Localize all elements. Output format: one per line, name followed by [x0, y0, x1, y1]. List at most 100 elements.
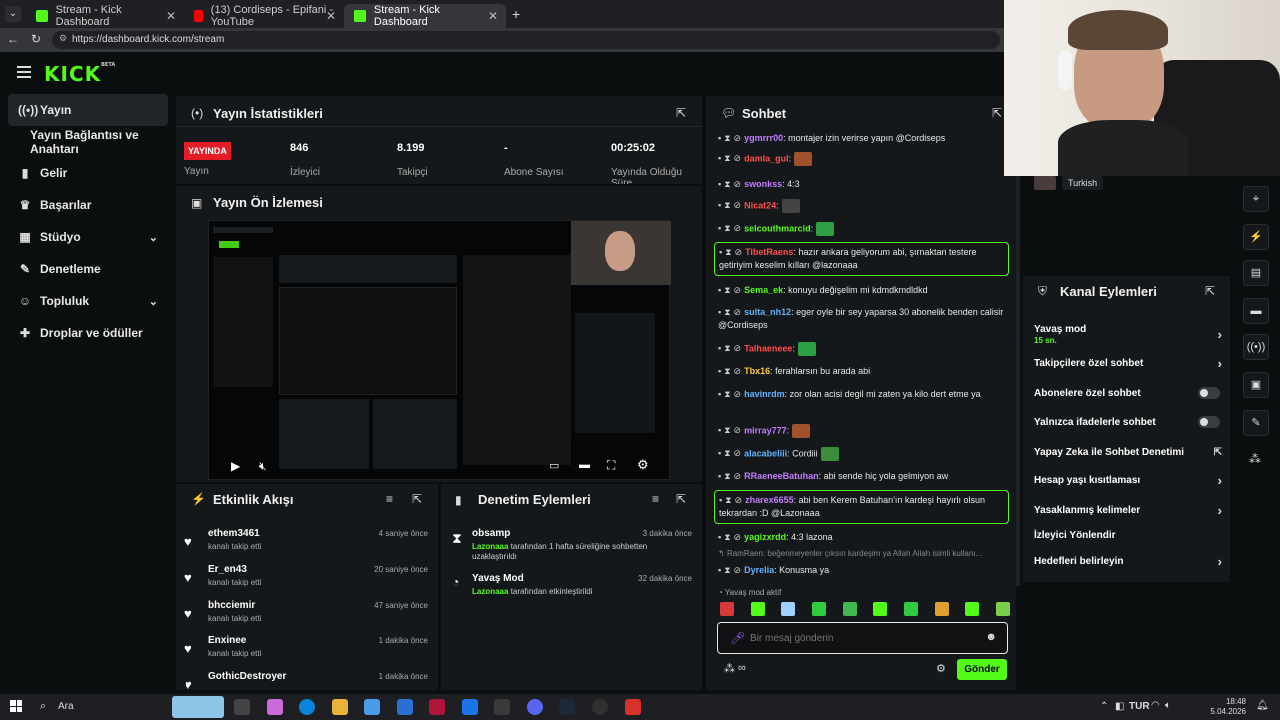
sidebar-item-basarilar[interactable]: ♛ Başarılar — [8, 189, 168, 221]
popout-icon[interactable]: ⇱ — [676, 106, 686, 120]
capture-icon[interactable] — [494, 699, 510, 715]
ban-icon[interactable]: ⊘ — [734, 223, 742, 233]
emote-button[interactable] — [720, 602, 734, 616]
send-button[interactable]: Gönder — [957, 659, 1007, 680]
chat-username[interactable]: ygmrrr00 — [744, 133, 783, 143]
ban-icon[interactable]: ⊘ — [734, 285, 742, 295]
chevron-down-icon[interactable]: ⌄ — [149, 295, 158, 308]
action-emote-only[interactable]: Yalnızca ifadelerle sohbet — [1034, 416, 1224, 428]
chat-username[interactable]: swonkss — [744, 179, 782, 189]
emote-only-toggle[interactable] — [1198, 416, 1220, 428]
chat-username[interactable]: havinrdm — [744, 389, 785, 399]
rail-layout-icon[interactable]: ▣ — [1243, 372, 1269, 398]
pin-icon[interactable]: ▪ — [718, 425, 721, 435]
chat-input-box[interactable]: 🎤︎ ☻ — [717, 622, 1008, 654]
chat-username[interactable]: zharex6655 — [745, 495, 794, 505]
action-host[interactable]: İzleyici Yönlendir — [1034, 530, 1224, 541]
edge-icon[interactable] — [299, 699, 315, 715]
pin-icon[interactable]: ▪ — [718, 133, 721, 143]
meta-icon[interactable] — [462, 699, 478, 715]
sidebar-item-gelir[interactable]: ▮ Gelir — [8, 157, 168, 189]
new-tab-button[interactable]: + — [512, 6, 520, 22]
action-followers-only[interactable]: Takipçilere özel sohbet › — [1034, 356, 1224, 371]
browser-tab-1[interactable]: Stream - Kick Dashboard ✕ — [26, 4, 184, 28]
ban-icon[interactable]: ⊘ — [734, 389, 742, 399]
chat-username[interactable]: alacabeliii — [744, 448, 787, 458]
emote-button[interactable] — [842, 602, 857, 616]
taskbar-search[interactable]: Ara — [58, 701, 74, 712]
file-explorer-icon[interactable] — [332, 699, 348, 715]
chat-username[interactable]: Tbx16 — [744, 366, 770, 376]
pin-icon[interactable]: ▪ — [718, 307, 721, 317]
timeout-hourglass-icon[interactable]: ⧗ — [724, 285, 730, 295]
timeout-hourglass-icon[interactable]: ⧗ — [725, 495, 731, 505]
ban-icon[interactable]: ⊘ — [734, 471, 742, 481]
action-goals[interactable]: Hedefleri belirleyin › — [1034, 554, 1224, 569]
acrobat-icon[interactable] — [429, 699, 445, 715]
chat-scrollbar[interactable] — [1016, 126, 1020, 586]
chat-username[interactable]: yagizxrdd — [744, 532, 786, 542]
windows-start-icon[interactable] — [10, 700, 22, 712]
mute-icon[interactable]: 🔇︎ — [259, 459, 267, 474]
steam-icon[interactable] — [559, 699, 575, 715]
ban-icon[interactable]: ⊘ — [734, 425, 742, 435]
chat-username[interactable]: mirray777 — [744, 425, 787, 435]
action-slow-mode[interactable]: Yavaş mod 15 sn. › — [1034, 324, 1224, 345]
rail-document-icon[interactable]: ▤ — [1243, 260, 1269, 286]
timeout-hourglass-icon[interactable]: ⧗ — [724, 389, 730, 399]
chat-username[interactable]: RRaeneeBatuhan — [744, 471, 819, 481]
store-icon[interactable] — [364, 699, 380, 715]
chat-tools-icon[interactable]: ⁂ — [724, 662, 735, 675]
stream-preview-video[interactable]: ▶ 🔇︎ ▭ ▬ ⛶ ⚙ — [208, 220, 671, 480]
kick-logo[interactable]: KICKBETA — [44, 62, 115, 86]
site-info-icon[interactable]: ⚙ — [59, 33, 67, 44]
rail-broadcast-icon[interactable]: ((•)) — [1243, 334, 1269, 360]
ban-icon[interactable]: ⊘ — [734, 343, 742, 353]
chat-username[interactable]: sulta_nh12 — [744, 307, 791, 317]
volume-icon[interactable]: 🔈︎ — [1165, 700, 1171, 711]
language-indicator[interactable]: TUR — [1129, 701, 1150, 712]
action-subscribers-only[interactable]: Abonelere özel sohbet — [1034, 387, 1224, 399]
filter-icon[interactable]: ≡ — [652, 492, 659, 506]
menu-icon[interactable] — [17, 66, 31, 78]
mail-icon[interactable] — [397, 699, 413, 715]
timeout-hourglass-icon[interactable]: ⧗ — [724, 133, 730, 143]
settings-gear-icon[interactable]: ⚙ — [637, 457, 649, 473]
chat-username[interactable]: selcouthmarcid — [744, 223, 811, 233]
chat-username[interactable]: TibetRaens — [745, 247, 793, 257]
ban-icon[interactable]: ⊘ — [734, 448, 742, 458]
media-app-icon[interactable] — [625, 699, 641, 715]
filter-icon[interactable]: ≡ — [386, 492, 393, 506]
timeout-hourglass-icon[interactable]: ⧗ — [724, 200, 730, 210]
popout-icon[interactable]: ⇱ — [412, 492, 422, 506]
chevron-down-icon[interactable]: ⌄ — [149, 231, 158, 244]
ban-icon[interactable]: ⊘ — [734, 366, 742, 376]
chat-message-input[interactable] — [750, 630, 970, 646]
tray-app-icon[interactable]: ◧ — [1115, 701, 1124, 712]
timeout-hourglass-icon[interactable]: ⧗ — [724, 153, 730, 163]
chat-username[interactable]: Dyrelia — [744, 565, 774, 575]
search-highlight-image[interactable] — [172, 696, 224, 718]
pin-icon[interactable]: ▪ — [718, 448, 721, 458]
tab-list-button[interactable]: ⌄ — [5, 6, 21, 22]
reply-preview[interactable]: ↰ RamRaen: beğenmeyenler çıksın kardeşim… — [718, 549, 1008, 558]
theater-icon[interactable]: ▬ — [579, 459, 590, 471]
microphone-icon[interactable]: 🎤︎ — [730, 631, 745, 645]
wifi-icon[interactable]: ◠ — [1151, 700, 1160, 711]
action-banned-words[interactable]: Yasaklanmış kelimeler › — [1034, 503, 1224, 518]
taskbar-clock[interactable]: 18:48 5.04.2026 — [1200, 697, 1246, 717]
emote-button[interactable] — [903, 602, 918, 616]
pin-icon[interactable]: ▪ — [718, 343, 721, 353]
notification-bell-icon[interactable]: 🔔︎ — [1256, 700, 1269, 711]
ban-icon[interactable]: ⊘ — [734, 565, 742, 575]
pip-icon[interactable]: ▭ — [549, 459, 559, 472]
fullscreen-icon[interactable]: ⛶ — [607, 458, 615, 473]
rail-more-icon[interactable]: ⁂ — [1249, 452, 1261, 466]
pin-icon[interactable]: ▪ — [718, 179, 721, 189]
timeout-hourglass-icon[interactable]: ⧗ — [724, 223, 730, 233]
timeout-hourglass-icon[interactable]: ⧗ — [724, 565, 730, 575]
moderator-name[interactable]: Lazonaaa — [472, 542, 508, 551]
ban-icon[interactable]: ⊘ — [734, 133, 742, 143]
discord-icon[interactable] — [527, 699, 543, 715]
close-tab-icon[interactable]: ✕ — [326, 9, 336, 23]
